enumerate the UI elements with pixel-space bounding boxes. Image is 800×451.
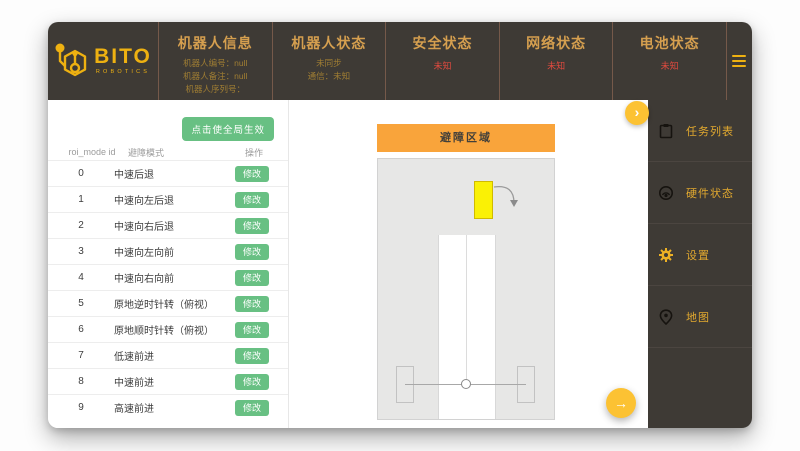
gear-icon (658, 247, 674, 263)
mode-cell: 中速向右后退 (114, 218, 235, 233)
modify-button[interactable]: 修改 (235, 374, 269, 390)
robot-info-title: 机器人信息 (159, 33, 272, 53)
sidebar-item-hardware-status[interactable]: 硬件状态 (648, 162, 752, 224)
next-fab-button[interactable]: → (606, 388, 636, 418)
robot-note-line: 机器人备注：null (159, 70, 272, 83)
map-center-guideline (466, 235, 467, 385)
battery-state-title: 电池状态 (613, 33, 726, 53)
table-row: 7 低速前进 修改 (48, 342, 288, 368)
main-content: 点击使全局生效 roi_mode id 避障模式 操作 0 中速后退 修改 1 … (48, 100, 648, 428)
column-header-action: 操作 (234, 146, 274, 159)
robot-state-section: 机器人状态 未同步 通信：未知 (272, 22, 386, 100)
modify-button[interactable]: 修改 (235, 322, 269, 338)
column-header-roi-mode-id: roi_mode id (62, 147, 122, 157)
table-row: 5 原地逆时针转（俯视） 修改 (48, 290, 288, 316)
mode-cell: 中速前进 (114, 374, 235, 389)
robot-center-hub (461, 379, 471, 389)
sidebar-item-label: 地图 (686, 309, 710, 325)
roi-mode-id-cell: 4 (48, 272, 108, 283)
table-row: 0 中速后退 修改 (48, 160, 288, 186)
roi-mode-id-cell: 6 (48, 324, 108, 335)
battery-state-value: 未知 (613, 59, 726, 72)
table-row: 2 中速向右后退 修改 (48, 212, 288, 238)
brand-text: BITO ROBOTICS (94, 46, 152, 76)
robot-serial-line: 机器人序列号： (159, 83, 272, 96)
mode-cell: 原地逆时针转（俯视） (114, 296, 235, 311)
table-row: 1 中速向左后退 修改 (48, 186, 288, 212)
modify-button[interactable]: 修改 (235, 218, 269, 234)
roi-mode-id-cell: 9 (48, 402, 108, 413)
brand-name: BITO (94, 46, 152, 67)
clipboard-icon (658, 123, 674, 139)
battery-state-section: 电池状态 未知 (612, 22, 726, 100)
roi-mode-id-cell: 5 (48, 298, 108, 309)
roi-mode-id-cell: 1 (48, 194, 108, 205)
sidebar-item-settings[interactable]: 设置 (648, 224, 752, 286)
hardware-icon (658, 185, 674, 201)
roi-mode-panel: 点击使全局生效 roi_mode id 避障模式 操作 0 中速后退 修改 1 … (48, 100, 289, 428)
column-header-mode: 避障模式 (128, 146, 234, 159)
mode-cell: 原地顺时针转（俯视） (114, 322, 235, 337)
table-row: 6 原地顺时针转（俯视） 修改 (48, 316, 288, 342)
network-state-section: 网络状态 未知 (499, 22, 613, 100)
table-row: 9 高速前进 修改 (48, 394, 288, 420)
hamburger-bar (732, 60, 746, 62)
network-state-title: 网络状态 (500, 33, 613, 53)
hamburger-menu-icon[interactable] (726, 22, 752, 100)
modify-button[interactable]: 修改 (235, 400, 269, 416)
map-channel-cutout (438, 235, 496, 419)
sidebar-item-task-list[interactable]: 任务列表 (648, 100, 752, 162)
network-state-value: 未知 (500, 59, 613, 72)
bito-logo-icon (54, 41, 88, 81)
roi-mode-id-cell: 7 (48, 350, 108, 361)
sidebar-item-label: 硬件状态 (686, 185, 734, 201)
hamburger-bar (732, 65, 746, 67)
comm-state-line: 通信：未知 (273, 70, 386, 83)
brand-subtitle: ROBOTICS (96, 70, 150, 76)
robot-state-title: 机器人状态 (273, 33, 386, 53)
apply-global-button[interactable]: 点击使全局生效 (182, 117, 274, 141)
obstacle-zone-banner: 避障区域 (377, 124, 555, 152)
modify-button[interactable]: 修改 (235, 270, 269, 286)
roi-mode-id-cell: 3 (48, 246, 108, 257)
modify-button[interactable]: 修改 (235, 348, 269, 364)
modify-button[interactable]: 修改 (235, 296, 269, 312)
mode-cell: 高速前进 (114, 400, 235, 415)
mode-cell: 中速向左向前 (114, 244, 235, 259)
modify-button[interactable]: 修改 (235, 166, 269, 182)
table-row: 8 中速前进 修改 (48, 368, 288, 394)
roi-mode-id-cell: 8 (48, 376, 108, 387)
sidebar-item-label: 设置 (686, 247, 710, 263)
safety-state-section: 安全状态 未知 (385, 22, 499, 100)
mode-cell: 低速前进 (114, 348, 235, 363)
brand-logo: BITO ROBOTICS (48, 22, 158, 100)
hamburger-bar (732, 55, 746, 57)
right-sidebar: 任务列表 硬件状态 设置 (648, 100, 752, 428)
roi-mode-id-cell: 2 (48, 220, 108, 231)
table-row: 4 中速向右向前 修改 (48, 264, 288, 290)
modify-button[interactable]: 修改 (235, 244, 269, 260)
modify-button[interactable]: 修改 (235, 192, 269, 208)
sidebar-collapse-toggle[interactable]: › (625, 101, 649, 125)
sidebar-item-label: 任务列表 (686, 123, 734, 139)
table-header-row: roi_mode id 避障模式 操作 (48, 144, 288, 160)
robot-info-section: 机器人信息 机器人编号：null 机器人备注：null 机器人序列号： (158, 22, 272, 100)
table-row: 3 中速向左向前 修改 (48, 238, 288, 264)
obstacle-zone-map (377, 158, 555, 420)
app-window: BITO ROBOTICS 机器人信息 机器人编号：null 机器人备注：nul… (48, 22, 752, 428)
mode-cell: 中速向右向前 (114, 270, 235, 285)
top-header: BITO ROBOTICS 机器人信息 机器人编号：null 机器人备注：nul… (48, 22, 752, 100)
safety-state-value: 未知 (386, 59, 499, 72)
roi-mode-table: roi_mode id 避障模式 操作 0 中速后退 修改 1 中速向左后退 修… (48, 144, 288, 420)
roi-mode-id-cell: 0 (48, 168, 108, 179)
robot-id-line: 机器人编号：null (159, 57, 272, 70)
mode-cell: 中速后退 (114, 166, 235, 181)
safety-state-title: 安全状态 (386, 33, 499, 53)
map-pin-icon (658, 309, 674, 325)
rotate-handle-arrow-icon[interactable] (490, 179, 524, 211)
sync-state-line: 未同步 (273, 57, 386, 70)
sidebar-item-map[interactable]: 地图 (648, 286, 752, 348)
mode-cell: 中速向左后退 (114, 192, 235, 207)
